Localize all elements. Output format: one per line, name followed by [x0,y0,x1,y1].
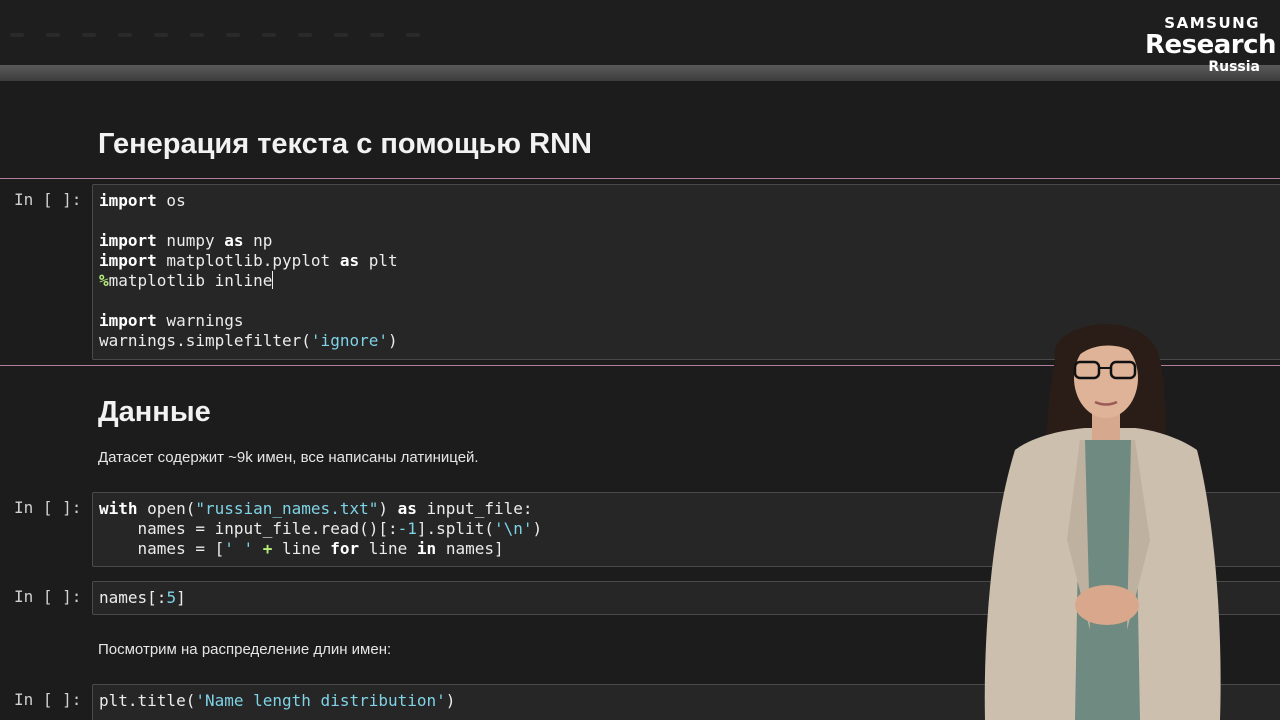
section-heading-data: Данные [98,396,211,428]
code-text: ) [532,519,543,538]
code-line: import os [99,191,186,211]
menu-item[interactable] [334,33,348,37]
number-literal: 5 [166,588,177,607]
string-literal: 'Name length distribution' [195,691,446,710]
code-line: warnings.simplefilter('ignore') [99,331,398,351]
code-line: with open("russian_names.txt") as input_… [99,499,532,519]
code-text: line [272,539,331,558]
string-literal: 'ignore' [310,331,388,350]
keyword: import [99,311,157,330]
horizontal-scrollbar[interactable] [0,65,1280,81]
string-literal: '\n' [493,519,533,538]
notebook-title: Генерация текста с помощью RNN [98,128,592,160]
video-frame: SAMSUNG Research Russia Генерация текста… [0,0,1280,720]
menu-item[interactable] [46,33,60,37]
code-text: names] [436,539,504,558]
cell-prompt: In [ ]: [14,498,82,517]
code-text: matplotlib inline [108,271,273,290]
keyword: as [224,231,244,250]
code-line: %matplotlib inline [99,271,274,291]
code-text: names = [ [99,539,225,558]
menu-item[interactable] [406,33,420,37]
code-text: ) [378,499,398,518]
string-literal: "russian_names.txt" [195,499,379,518]
keyword: import [99,251,157,270]
menu-item[interactable] [298,33,312,37]
code-text: ) [445,691,456,710]
menu-item[interactable] [226,33,240,37]
code-text: np [243,231,273,250]
code-text: numpy [156,231,225,250]
code-line: import warnings [99,311,244,331]
code-text: names = input_file.read()[: [99,519,398,538]
logo-line-research: Research [1145,30,1277,60]
menu-item[interactable] [154,33,168,37]
code-line: plt.title('Name length distribution') [99,691,455,711]
code-line: import numpy as np [99,231,272,251]
text-cursor [272,271,274,289]
code-text: os [156,191,186,210]
toolbar-menu [10,28,480,42]
operator: + [262,539,273,558]
menu-item[interactable] [82,33,96,37]
keyword: for [330,539,360,558]
presenter-figure [984,324,1221,720]
code-text: ] [176,588,186,607]
keyword: in [416,539,437,558]
menu-item[interactable] [190,33,204,37]
code-text: line [359,539,417,558]
cell-prompt: In [ ]: [14,190,82,209]
dataset-description: Датасет содержит ~9k имен, все написаны … [98,449,479,466]
menu-item[interactable] [118,33,132,37]
code-text: plt.title( [99,691,196,710]
code-text: names[: [99,588,167,607]
code-text: matplotlib.pyplot [156,251,340,270]
menu-item[interactable] [10,33,24,37]
code-text: ].split( [416,519,494,538]
code-text: warnings [156,311,244,330]
keyword: import [99,231,157,250]
string-literal: ' ' [224,539,254,558]
cell-prompt: In [ ]: [14,690,82,709]
number-literal: -1 [397,519,417,538]
code-line: names = input_file.read()[:-1].split('\n… [99,519,543,539]
code-text: open( [137,499,196,518]
cell-separator [0,178,1280,179]
notebook-toolbar [0,0,1280,65]
keyword: as [339,251,360,270]
code-text: warnings.simplefilter( [99,331,311,350]
code-text: input_file: [416,499,533,518]
keyword: as [397,499,417,518]
code-line: names = [' ' + line for line in names] [99,539,504,559]
code-text: plt [359,251,398,270]
keyword: with [99,499,138,518]
code-text: ) [387,331,398,350]
distribution-text: Посмотрим на распределение длин имен: [98,641,392,658]
logo-line-russia: Russia [1208,59,1260,75]
keyword: import [99,191,157,210]
cell-prompt: In [ ]: [14,587,82,606]
menu-item[interactable] [262,33,276,37]
code-line: names[:5] [99,588,186,608]
magic-operator: % [99,271,109,290]
code-line: import matplotlib.pyplot as plt [99,251,398,271]
menu-item[interactable] [370,33,384,37]
samsung-research-logo: SAMSUNG Research Russia [1145,14,1277,76]
